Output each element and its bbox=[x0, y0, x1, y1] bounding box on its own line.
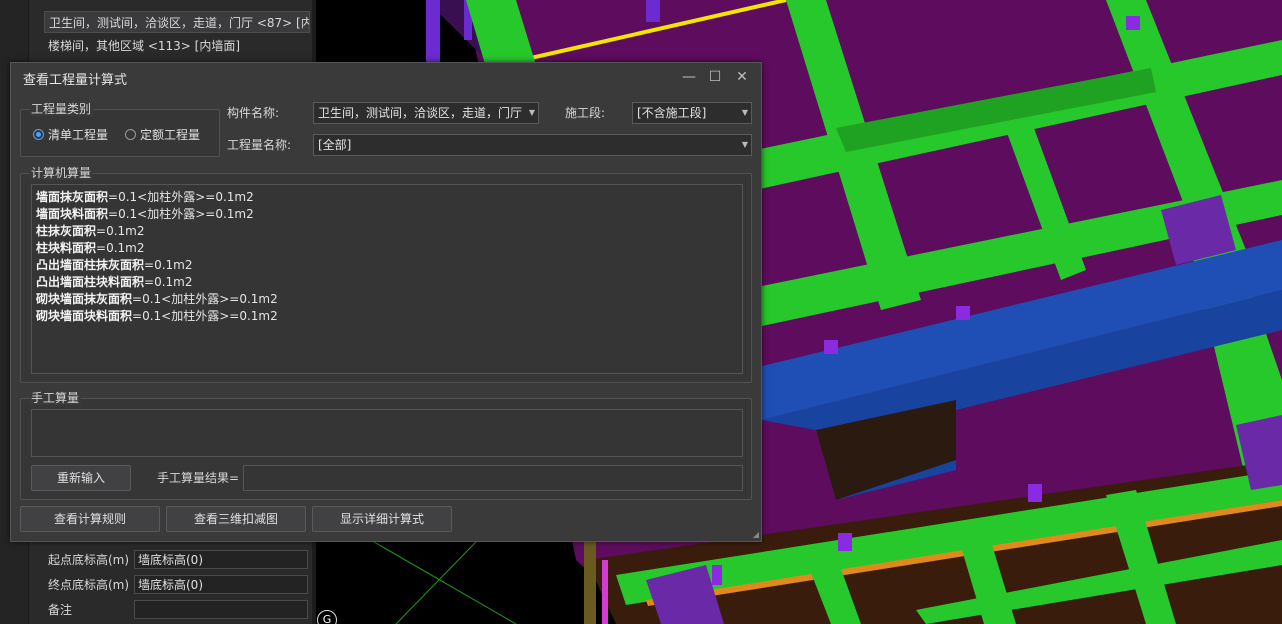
category-group: 工程量类别 清单工程量 定额工程量 bbox=[20, 102, 220, 157]
axis-marker-g: G bbox=[317, 610, 337, 624]
manual-result-input[interactable] bbox=[243, 465, 743, 491]
show-detail-formula-button[interactable]: 显示详细计算式 bbox=[312, 506, 452, 532]
formula-line: 墙面抹灰面积=0.1<加柱外露>=0.1m2 bbox=[36, 190, 254, 204]
formula-line: 柱抹灰面积=0.1m2 bbox=[36, 224, 145, 238]
formula-line: 凸出墙面柱块料面积=0.1m2 bbox=[36, 275, 193, 289]
component-name-select[interactable]: 卫生间，测试间，洽谈区，走道，门厅 ▼ bbox=[313, 102, 539, 124]
group-title: 手工算量 bbox=[29, 391, 82, 405]
computer-calc-textarea[interactable]: 墙面抹灰面积=0.1<加柱外露>=0.1m2 墙面块料面积=0.1<加柱外露>=… bbox=[31, 184, 743, 374]
property-value[interactable] bbox=[134, 600, 308, 619]
list-item[interactable]: 楼梯间，其他区域 <113> [内墙面] bbox=[44, 35, 310, 57]
combo-value: [全部] bbox=[318, 138, 352, 152]
combo-value: [不含施工段] bbox=[637, 106, 707, 120]
marker bbox=[1126, 16, 1140, 30]
view-3d-deduction-button[interactable]: 查看三维扣减图 bbox=[166, 506, 306, 532]
manual-result-label: 手工算量结果= bbox=[157, 471, 240, 485]
dialog-title: 查看工程量计算式 bbox=[23, 73, 128, 88]
radio-selected-icon bbox=[33, 129, 44, 140]
formula-line: 凸出墙面柱抹灰面积=0.1m2 bbox=[36, 258, 193, 272]
resize-grip-icon[interactable]: ◢ bbox=[753, 530, 759, 539]
column bbox=[646, 0, 660, 22]
quantity-name-select[interactable]: [全部] ▼ bbox=[313, 134, 752, 156]
marker bbox=[838, 533, 852, 551]
dropdown-arrow-icon: ▼ bbox=[528, 108, 535, 117]
construction-stage-select[interactable]: [不含施工段] ▼ bbox=[632, 102, 752, 124]
marker bbox=[712, 565, 722, 585]
quantity-name-label: 工程量名称: bbox=[227, 138, 292, 152]
property-label: 起点底标高(m) bbox=[48, 553, 130, 567]
manual-calc-group: 手工算量 重新输入 手工算量结果= bbox=[20, 391, 752, 500]
property-row-end-elevation: 终点底标高(m) 墙底标高(0) bbox=[28, 573, 312, 598]
construction-stage-label: 施工段: bbox=[565, 106, 606, 120]
property-row-start-elevation: 起点底标高(m) 墙底标高(0) bbox=[28, 548, 312, 573]
radio-label: 定额工程量 bbox=[140, 128, 201, 142]
radio-bill-quantity[interactable]: 清单工程量 bbox=[33, 126, 108, 143]
formula-line: 柱块料面积=0.1m2 bbox=[36, 241, 145, 255]
list-item[interactable]: 卫生间，测试间，洽谈区，走道，门厅 <87> [内 bbox=[44, 11, 310, 33]
group-title: 工程量类别 bbox=[29, 102, 94, 116]
computer-calc-group: 计算机算量 墙面抹灰面积=0.1<加柱外露>=0.1m2 墙面块料面积=0.1<… bbox=[20, 166, 752, 383]
manual-calc-textarea[interactable] bbox=[31, 409, 743, 457]
minimize-button[interactable]: — bbox=[679, 67, 699, 87]
quantity-formula-dialog: 查看工程量计算式 — ☐ ✕ 工程量类别 清单工程量 定额工程量 构件名称: 卫… bbox=[10, 62, 762, 542]
dropdown-arrow-icon: ▼ bbox=[741, 140, 748, 149]
group-title: 计算机算量 bbox=[29, 166, 94, 180]
combo-value: 卫生间，测试间，洽谈区，走道，门厅 bbox=[318, 106, 523, 120]
property-value[interactable]: 墙底标高(0) bbox=[134, 550, 308, 569]
maximize-button[interactable]: ☐ bbox=[705, 67, 725, 87]
wall-edge bbox=[584, 540, 596, 624]
radio-unselected-icon bbox=[125, 129, 136, 140]
component-name-label: 构件名称: bbox=[227, 106, 280, 120]
marker bbox=[956, 306, 970, 320]
radio-quota-quantity[interactable]: 定额工程量 bbox=[125, 126, 200, 143]
formula-line: 砌块墙面抹灰面积=0.1<加柱外露>=0.1m2 bbox=[36, 292, 278, 306]
marker bbox=[824, 340, 838, 354]
column bbox=[426, 0, 440, 70]
radio-label: 清单工程量 bbox=[48, 128, 109, 142]
formula-line: 砌块墙面块料面积=0.1<加柱外露>=0.1m2 bbox=[36, 309, 278, 323]
wall-edge bbox=[602, 560, 608, 624]
view-calc-rules-button[interactable]: 查看计算规则 bbox=[20, 506, 160, 532]
dropdown-arrow-icon: ▼ bbox=[741, 108, 748, 117]
property-row-remark: 备注 bbox=[28, 598, 312, 623]
reenter-button[interactable]: 重新输入 bbox=[31, 465, 131, 491]
property-value[interactable]: 墙底标高(0) bbox=[134, 575, 308, 594]
marker bbox=[1028, 484, 1042, 502]
close-button[interactable]: ✕ bbox=[732, 67, 752, 87]
formula-line: 墙面块料面积=0.1<加柱外露>=0.1m2 bbox=[36, 207, 254, 221]
property-label: 终点底标高(m) bbox=[48, 578, 130, 592]
property-label: 备注 bbox=[48, 603, 73, 617]
